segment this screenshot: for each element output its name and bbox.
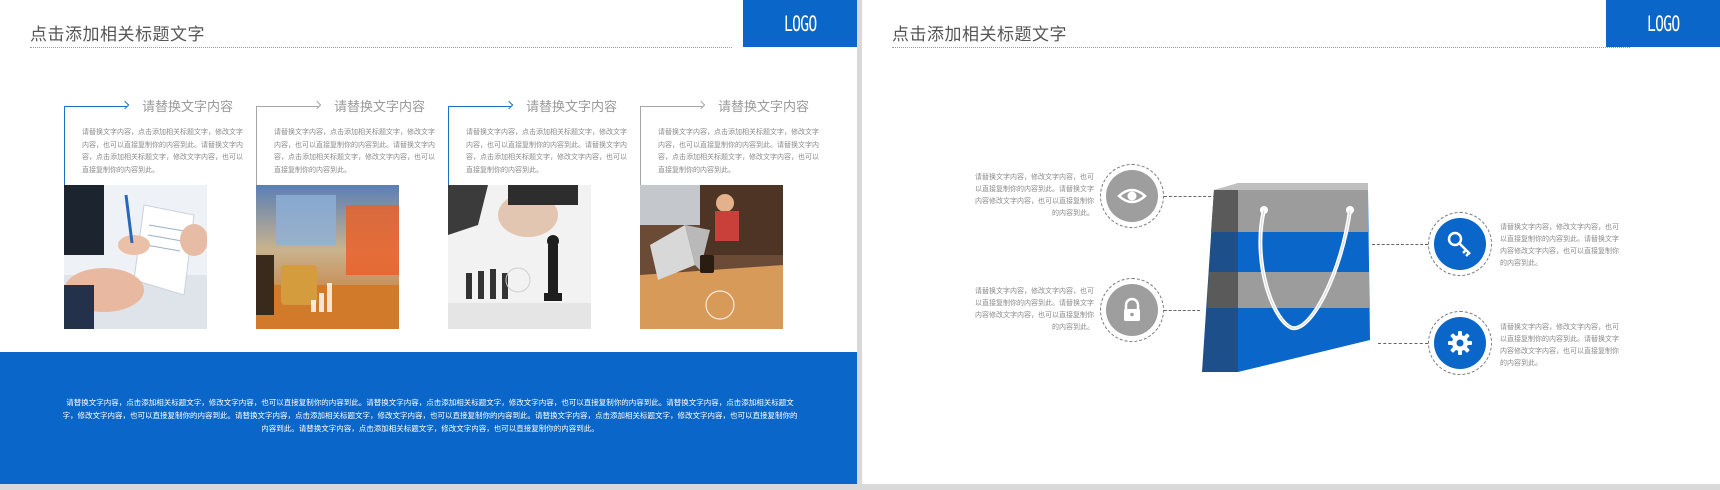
card-title: 请替换文字内容 — [526, 100, 618, 115]
connector-line — [1378, 343, 1428, 344]
card-text: 请替换文字内容，点击添加相关标题文字，修改文字内容，也可以直接复制你的内容到此。… — [658, 128, 819, 174]
feature-text-eye: 请替换文字内容，修改文字内容，也可以直接复制你的内容到此。请替换文字内容修改文字… — [975, 173, 1094, 217]
key-icon — [1447, 231, 1471, 257]
photo-cafe-laptop — [640, 185, 783, 329]
title-divider — [30, 47, 732, 48]
eye-icon — [1117, 188, 1147, 204]
feature-text-key: 请替换文字内容，修改文字内容，也可以直接复制你的内容到此。请替换文字内容修改文字… — [1500, 223, 1619, 267]
gear-icon — [1448, 331, 1472, 355]
card-text: 请替换文字内容，点击添加相关标题文字，修改文字内容，也可以直接复制你的内容到此。… — [82, 128, 243, 174]
gear-icon-badge — [1428, 311, 1492, 375]
slide-title: 点击添加相关标题文字 — [892, 25, 1067, 45]
logo-text: LOGO — [1646, 11, 1680, 36]
card-text: 请替换文字内容，点击添加相关标题文字，修改文字内容，也可以直接复制你的内容到此。… — [466, 128, 627, 174]
card-title: 请替换文字内容 — [142, 100, 234, 115]
photo-chess — [448, 185, 591, 329]
slide-title: 点击添加相关标题文字 — [30, 25, 205, 45]
eye-icon-badge — [1100, 164, 1164, 228]
logo: LOGO — [1606, 0, 1720, 47]
lock-icon — [1124, 297, 1140, 321]
banner-text: 请替换文字内容，点击添加相关标题文字，修改文字内容，也可以直接复制你的内容到此。… — [62, 398, 798, 433]
title-divider — [892, 47, 1630, 48]
card-text: 请替换文字内容，点击添加相关标题文字，修改文字内容，也可以直接复制你的内容到此。… — [274, 128, 435, 174]
logo: LOGO — [743, 0, 857, 47]
feature-text-gear: 请替换文字内容，修改文字内容，也可以直接复制你的内容到此。请替换文字内容修改文字… — [1500, 323, 1619, 367]
photo-office-desk — [256, 185, 399, 329]
slide-right: 点击添加相关标题文字 LOGO 请替换文字内容，修改文字内容，也可以直接复制你的… — [862, 0, 1720, 484]
card-title: 请替换文字内容 — [334, 100, 426, 115]
logo-text: LOGO — [783, 11, 817, 36]
key-icon-badge — [1428, 212, 1492, 276]
lock-icon-badge — [1100, 278, 1164, 342]
feature-text-lock: 请替换文字内容，修改文字内容，也可以直接复制你的内容到此。请替换文字内容修改文字… — [975, 287, 1094, 331]
shopping-bag-illustration — [1202, 183, 1370, 372]
card-title: 请替换文字内容 — [718, 100, 810, 115]
slide-left: 点击添加相关标题文字 LOGO 请替换文字内容 请替换文字内容，点击添加相关标题… — [0, 0, 857, 484]
blue-banner: 请替换文字内容，点击添加相关标题文字，修改文字内容，也可以直接复制你的内容到此。… — [0, 352, 857, 484]
photo-business-documents — [64, 185, 207, 329]
